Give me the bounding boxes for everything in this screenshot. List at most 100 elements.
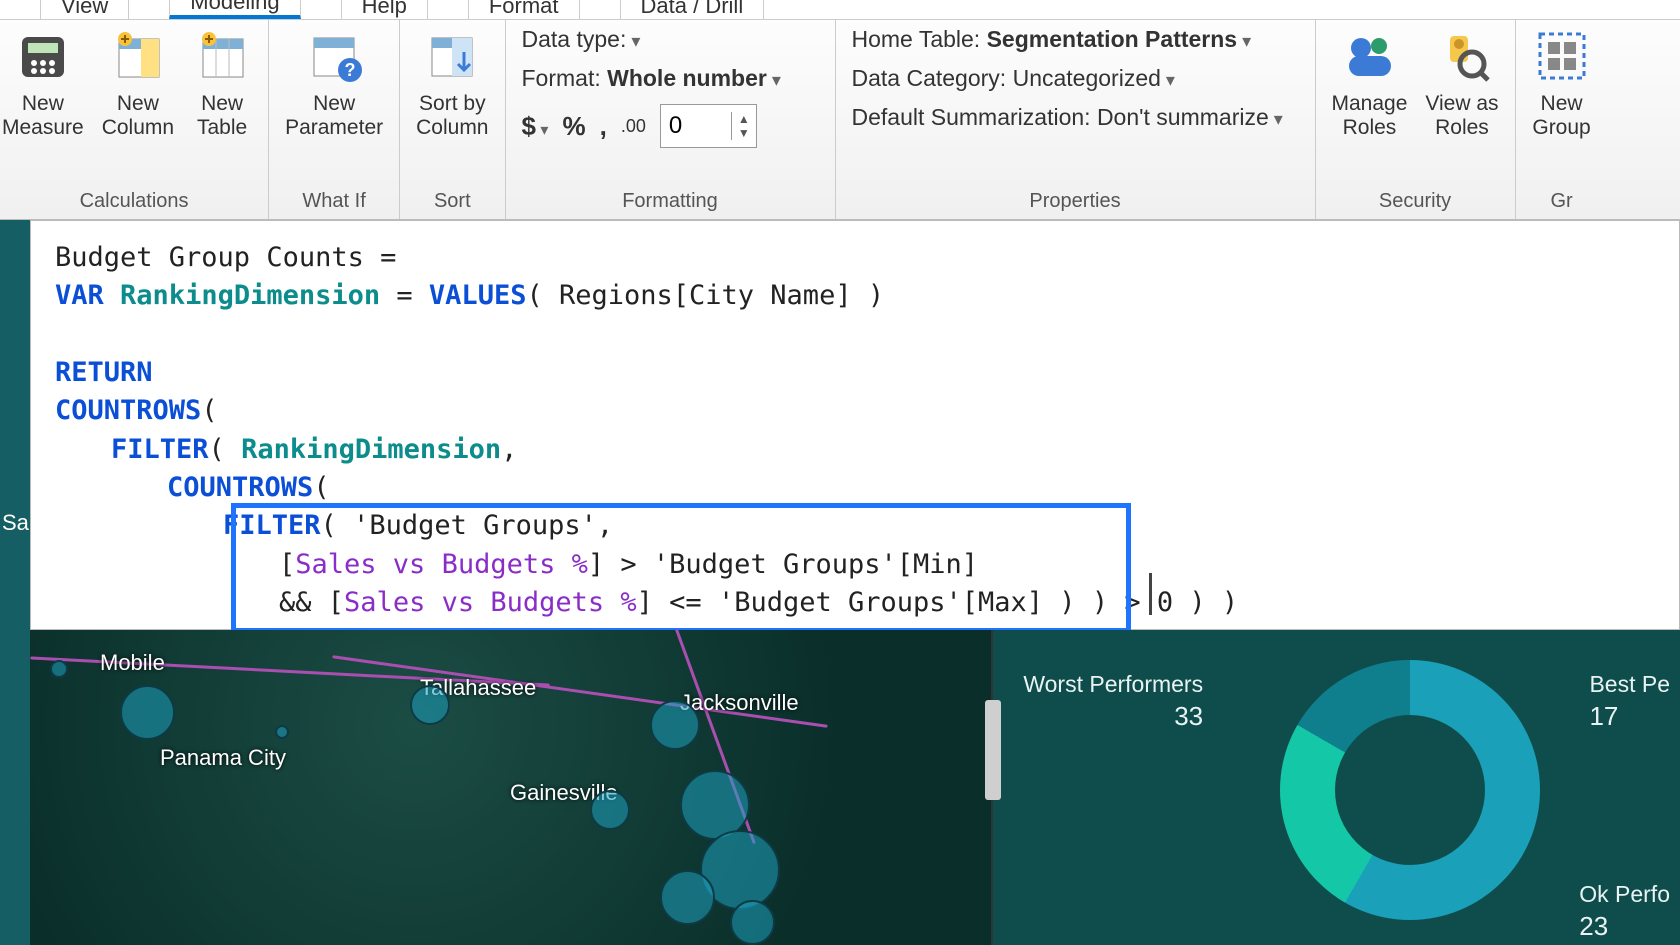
new-group-l1: New [1541,92,1583,116]
groups-label: Gr [1550,184,1572,219]
home-table-value: Segmentation Patterns [987,26,1238,52]
formula-line-cond2: && [Sales vs Budgets %] <= 'Budget Group… [55,584,1655,622]
ribbon-group-formatting: Data type: Format: Whole number $ % , .0… [506,20,836,219]
ribbon-group-properties: Home Table: Segmentation Patterns Data C… [836,20,1316,219]
data-type-dropdown[interactable]: Data type: [522,26,641,53]
formula-line-return: RETURN [55,354,1655,392]
manage-roles-l1: Manage [1332,92,1408,116]
sort-by-column-button[interactable]: Sort by Column [416,26,488,140]
manage-roles-button[interactable]: Manage Roles [1332,26,1408,140]
formatting-label: Formatting [622,184,718,219]
decimals-down[interactable]: ▼ [732,126,756,140]
left-nav-sliver: Sa [0,220,30,945]
tab-view[interactable]: View [40,0,129,19]
column-icon [108,26,168,86]
format-value: Whole number [607,65,767,91]
view-as-l2: Roles [1435,116,1489,140]
view-as-roles-button[interactable]: View as Roles [1425,26,1498,140]
ribbon-group-calculations: New Measure New Column New Table Calcula… [0,20,269,219]
new-group-l2: Group [1532,116,1590,140]
donut-worst-label: Worst Performers 33 [1023,670,1203,734]
new-measure-l1: New [22,92,64,116]
data-category-value: Uncategorized [1013,65,1161,91]
new-table-button[interactable]: New Table [192,26,252,140]
view-as-l1: View as [1425,92,1498,116]
group-icon [1532,26,1592,86]
map-label-jacksonville: Jacksonville [680,690,799,716]
whatif-label: What If [302,184,365,219]
data-category-label: Data Category: [852,65,1007,91]
report-canvas: Mobile Tallahassee Jacksonville Panama C… [30,630,1680,945]
tab-modeling[interactable]: Modeling [169,0,300,19]
formula-line-cr2: COUNTROWS( [55,469,1655,507]
decimals-icon: .00 [621,116,646,137]
ribbon: New Measure New Column New Table Calcula… [0,20,1680,220]
summ-value: Don't summarize [1097,104,1269,130]
map-label-mobile: Mobile [100,650,165,676]
ribbon-tabs: View Modeling Help Format Data / Drill [0,0,1680,20]
formula-line-2: VAR RankingDimension = VALUES( Regions[C… [55,277,1655,315]
donut-best-label: Best Pe 17 [1589,670,1670,734]
manage-roles-icon [1339,26,1399,86]
data-type-label: Data type: [522,26,627,52]
ribbon-group-whatif: ? New Parameter What If [269,20,400,219]
tab-help[interactable]: Help [341,0,428,19]
measure-icon [13,26,73,86]
donut-visual[interactable]: Worst Performers 33 Best Pe 17 Ok Perfo … [993,630,1680,945]
tab-data-drill[interactable]: Data / Drill [620,0,765,19]
new-parameter-l2: Parameter [285,116,383,140]
formula-line-cr1: COUNTROWS( [55,392,1655,430]
sort-label: Sort [434,184,471,219]
formula-line-filter1: FILTER( RankingDimension, [55,431,1655,469]
new-parameter-l1: New [313,92,355,116]
parameter-icon: ? [304,26,364,86]
new-measure-l2: Measure [2,116,84,140]
donut-chart [1280,660,1540,920]
ribbon-group-security: Manage Roles View as Roles Security [1316,20,1516,219]
new-column-l1: New [117,92,159,116]
percent-button[interactable]: % [562,111,585,142]
sort-by-l2: Column [416,116,488,140]
currency-button[interactable]: $ [522,111,549,142]
tab-format[interactable]: Format [468,0,580,19]
donut-ok-label: Ok Perfo 23 [1579,880,1670,944]
sort-icon [422,26,482,86]
formula-line-cond1: [Sales vs Budgets %] > 'Budget Groups'[M… [55,546,1655,584]
ribbon-group-sort: Sort by Column Sort [400,20,505,219]
data-category-dropdown[interactable]: Data Category: Uncategorized [852,65,1175,92]
summ-label: Default Summarization: [852,104,1091,130]
table-icon [192,26,252,86]
new-table-l2: Table [197,116,247,140]
format-label: Format: [522,65,601,91]
thousands-button[interactable]: , [600,111,607,142]
sort-by-l1: Sort by [419,92,486,116]
manage-roles-l2: Roles [1343,116,1397,140]
view-as-roles-icon [1432,26,1492,86]
side-label: Sa [2,510,29,536]
svg-text:?: ? [345,60,356,80]
formula-bar[interactable]: Budget Group Counts = VAR RankingDimensi… [30,220,1680,630]
formula-line-1: Budget Group Counts = [55,239,1655,277]
security-label: Security [1379,184,1451,219]
new-column-l2: Column [102,116,174,140]
new-measure-button[interactable]: New Measure [2,26,84,140]
decimals-input[interactable] [661,108,731,144]
home-table-label: Home Table: [852,26,981,52]
map-visual[interactable]: Mobile Tallahassee Jacksonville Panama C… [30,630,993,945]
formula-line-filter2: FILTER( 'Budget Groups', [55,507,1655,545]
default-summarization-dropdown[interactable]: Default Summarization: Don't summarize [852,104,1283,131]
calculations-label: Calculations [80,184,189,219]
format-dropdown[interactable]: Format: Whole number [522,65,781,92]
new-parameter-button[interactable]: ? New Parameter [285,26,383,140]
formula-caret [1149,573,1169,615]
ribbon-group-groups: New Group Gr [1516,20,1608,219]
new-column-button[interactable]: New Column [102,26,174,140]
new-group-button[interactable]: New Group [1532,26,1592,140]
decimals-up[interactable]: ▲ [732,112,756,126]
new-table-l1: New [201,92,243,116]
map-label-panama: Panama City [160,745,286,771]
decimals-spinner[interactable]: ▲ ▼ [660,104,757,148]
properties-label: Properties [1029,184,1120,219]
home-table-dropdown[interactable]: Home Table: Segmentation Patterns [852,26,1252,53]
scrollbar-thumb[interactable] [985,700,1001,800]
